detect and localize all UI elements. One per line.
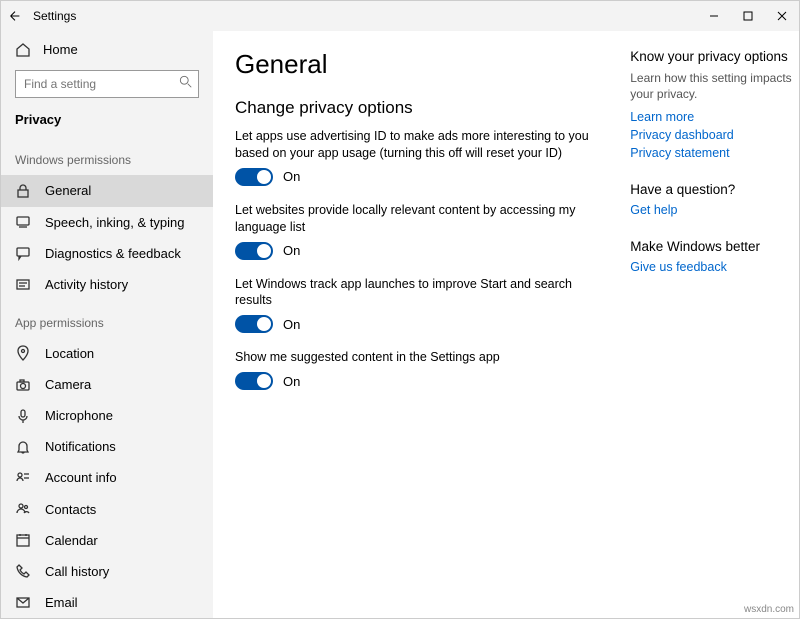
setting-desc: Let websites provide locally relevant co… [235, 202, 605, 236]
nav-label: Account info [45, 470, 117, 485]
main-content: General Change privacy options Let apps … [235, 49, 612, 618]
search-icon [179, 75, 193, 92]
account-icon [15, 470, 31, 486]
nav-diagnostics[interactable]: Diagnostics & feedback [1, 238, 213, 269]
feedback-icon [15, 245, 31, 261]
nav-label: Speech, inking, & typing [45, 215, 184, 230]
setting-language-list: Let websites provide locally relevant co… [235, 202, 612, 260]
toggle-state: On [283, 374, 300, 389]
nav-camera[interactable]: Camera [1, 369, 213, 400]
toggle-state: On [283, 169, 300, 184]
nav-microphone[interactable]: Microphone [1, 400, 213, 431]
watermark: wsxdn.com [744, 604, 794, 615]
setting-track-launches: Let Windows track app launches to improv… [235, 276, 612, 334]
toggle-suggested-content[interactable] [235, 372, 273, 390]
home-nav[interactable]: Home [1, 35, 213, 64]
home-label: Home [43, 42, 78, 57]
setting-suggested-content: Show me suggested content in the Setting… [235, 349, 612, 390]
lock-icon [15, 183, 31, 199]
microphone-icon [15, 408, 31, 424]
home-icon [15, 42, 31, 58]
nav-activity[interactable]: Activity history [1, 269, 213, 300]
setting-desc: Let apps use advertising ID to make ads … [235, 128, 605, 162]
nav-label: Microphone [45, 408, 113, 423]
window-title: Settings [29, 9, 697, 23]
minimize-button[interactable] [697, 1, 731, 31]
toggle-state: On [283, 243, 300, 258]
toggle-language-list[interactable] [235, 242, 273, 260]
category-label: Privacy [1, 108, 213, 137]
nav-speech[interactable]: Speech, inking, & typing [1, 207, 213, 238]
nav-label: Diagnostics & feedback [45, 246, 181, 261]
activity-icon [15, 276, 31, 292]
aside-privacy-sub: Learn how this setting impacts your priv… [630, 70, 799, 102]
aside: Know your privacy options Learn how this… [630, 49, 799, 618]
setting-desc: Let Windows track app launches to improv… [235, 276, 605, 310]
link-learn-more[interactable]: Learn more [630, 110, 799, 124]
camera-icon [15, 377, 31, 393]
nav-label: Notifications [45, 439, 116, 454]
back-button[interactable] [1, 1, 29, 31]
group-app-permissions: App permissions [1, 300, 213, 338]
nav-location[interactable]: Location [1, 338, 213, 369]
nav-label: General [45, 183, 91, 198]
nav-callhistory[interactable]: Call history [1, 556, 213, 587]
toggle-advertising-id[interactable] [235, 168, 273, 186]
speech-icon [15, 214, 31, 230]
link-privacy-dashboard[interactable]: Privacy dashboard [630, 128, 799, 142]
toggle-track-launches[interactable] [235, 315, 273, 333]
aside-privacy-title: Know your privacy options [630, 49, 799, 64]
page-heading: General [235, 49, 612, 80]
phone-icon [15, 563, 31, 579]
nav-calendar[interactable]: Calendar [1, 525, 213, 556]
nav-contacts[interactable]: Contacts [1, 494, 213, 525]
nav-label: Email [45, 595, 78, 610]
close-button[interactable] [765, 1, 799, 31]
page-subheading: Change privacy options [235, 98, 612, 118]
search-input[interactable] [15, 70, 199, 98]
aside-question-title: Have a question? [630, 182, 799, 197]
calendar-icon [15, 532, 31, 548]
nav-account[interactable]: Account info [1, 462, 213, 493]
nav-notifications[interactable]: Notifications [1, 431, 213, 462]
nav-email[interactable]: Email [1, 587, 213, 618]
location-icon [15, 345, 31, 361]
contacts-icon [15, 501, 31, 517]
nav-label: Activity history [45, 277, 128, 292]
nav-label: Call history [45, 564, 109, 579]
nav-label: Camera [45, 377, 91, 392]
sidebar: Home Privacy Windows permissions General… [1, 31, 213, 618]
email-icon [15, 594, 31, 610]
nav-label: Calendar [45, 533, 98, 548]
link-get-help[interactable]: Get help [630, 203, 799, 217]
titlebar: Settings [1, 1, 799, 31]
setting-advertising-id: Let apps use advertising ID to make ads … [235, 128, 612, 186]
setting-desc: Show me suggested content in the Setting… [235, 349, 605, 366]
toggle-state: On [283, 317, 300, 332]
group-windows-permissions: Windows permissions [1, 137, 213, 175]
link-privacy-statement[interactable]: Privacy statement [630, 146, 799, 160]
nav-label: Location [45, 346, 94, 361]
bell-icon [15, 439, 31, 455]
maximize-button[interactable] [731, 1, 765, 31]
link-give-feedback[interactable]: Give us feedback [630, 260, 799, 274]
nav-general[interactable]: General [1, 175, 213, 206]
aside-feedback-title: Make Windows better [630, 239, 799, 254]
nav-label: Contacts [45, 502, 96, 517]
